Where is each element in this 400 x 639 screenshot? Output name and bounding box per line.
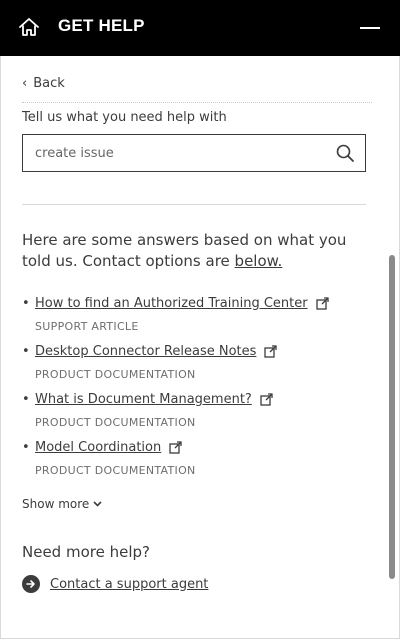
chevron-left-icon: ‹ — [22, 76, 28, 91]
contact-support-link[interactable]: Contact a support agent — [22, 575, 208, 593]
answers-intro: Here are some answers based on what you … — [22, 230, 362, 272]
result-link[interactable]: Model Coordination — [35, 440, 182, 455]
search-prompt-label: Tell us what you need help with — [22, 110, 227, 125]
result-link[interactable]: How to find an Authorized Training Cente… — [35, 296, 329, 311]
external-link-icon — [260, 393, 273, 406]
result-type: SUPPORT ARTICLE — [35, 320, 139, 333]
result-item: • What is Document Management? PRODUCT D… — [22, 392, 372, 440]
minimize-icon — [360, 27, 380, 29]
result-title: How to find an Authorized Training Cente… — [35, 296, 308, 311]
result-type: PRODUCT DOCUMENTATION — [35, 464, 196, 477]
external-link-icon — [264, 345, 278, 358]
panel-title: GET HELP — [58, 16, 145, 35]
result-title: Model Coordination — [35, 440, 162, 455]
arrow-right-circle-icon — [22, 575, 40, 593]
scrollbar-thumb[interactable] — [389, 255, 395, 579]
external-link-icon — [315, 297, 329, 310]
search-icon[interactable] — [335, 143, 355, 163]
minimize-button[interactable] — [360, 18, 380, 38]
result-title: What is Document Management? — [35, 392, 252, 407]
bullet: • — [22, 392, 30, 407]
result-link[interactable]: Desktop Connector Release Notes — [35, 344, 278, 359]
result-item: • Desktop Connector Release Notes PRODUC… — [22, 344, 372, 392]
below-link[interactable]: below. — [235, 252, 283, 270]
result-type: PRODUCT DOCUMENTATION — [35, 416, 196, 429]
chevron-down-icon — [93, 501, 102, 507]
contact-link-label: Contact a support agent — [50, 576, 209, 592]
bullet: • — [22, 344, 30, 359]
search-box — [22, 134, 366, 172]
back-label: Back — [33, 76, 65, 91]
search-input[interactable] — [23, 135, 335, 171]
show-more-label: Show more — [22, 497, 90, 511]
external-link-icon — [169, 441, 182, 454]
home-icon[interactable] — [18, 16, 40, 38]
result-item: • How to find an Authorized Training Cen… — [22, 296, 372, 344]
result-link[interactable]: What is Document Management? — [35, 392, 273, 407]
result-title: Desktop Connector Release Notes — [35, 344, 257, 359]
results-list: • How to find an Authorized Training Cen… — [22, 296, 372, 488]
bullet: • — [22, 440, 30, 455]
divider — [22, 102, 372, 103]
result-item: • Model Coordination PRODUCT DOCUMENTATI… — [22, 440, 372, 488]
bullet: • — [22, 296, 30, 311]
section-divider — [22, 204, 366, 205]
need-help-heading: Need more help? — [22, 543, 150, 561]
result-type: PRODUCT DOCUMENTATION — [35, 368, 196, 381]
answers-intro-text: Here are some answers based on what you … — [22, 231, 347, 270]
back-link[interactable]: ‹ Back — [22, 76, 65, 91]
panel-header: GET HELP — [0, 0, 400, 56]
show-more-button[interactable]: Show more — [22, 497, 102, 511]
